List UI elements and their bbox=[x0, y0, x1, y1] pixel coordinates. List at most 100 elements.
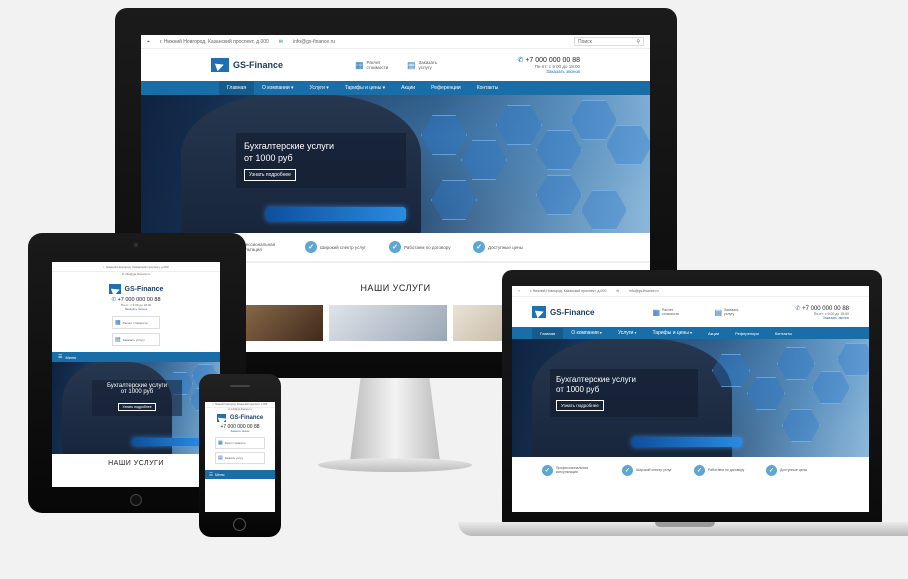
document-icon: ▤ bbox=[115, 337, 121, 343]
nav-services[interactable]: Услуги ▾ bbox=[302, 81, 337, 95]
feature-item: ✓ Доступные цены bbox=[766, 464, 826, 476]
topbar: ⌖ г. Нижний Новгород, Казанский проспект… bbox=[141, 35, 650, 49]
tablet-screen: г. Нижний Новгород, Казанский проспект, … bbox=[52, 262, 220, 487]
hero-banner: Бухгалтерские услуги от 1000 руб Узнать … bbox=[141, 95, 650, 233]
mail-icon: ✉ bbox=[278, 38, 283, 45]
laptop-features: ✓ Профессиональная консультация ✓ Широкий … bbox=[512, 457, 869, 483]
location-icon: ⌖ bbox=[147, 38, 150, 45]
menu-icon: ☰ bbox=[209, 471, 214, 477]
phone-menu-bar[interactable]: ☰ Меню bbox=[205, 470, 275, 479]
contact-block: ✆ +7 000 000 00 88 Пн-пт: с 9:00 до 18:0… bbox=[517, 56, 580, 74]
calc-link[interactable]: ▦ Расчет стоимости bbox=[112, 316, 160, 329]
hero-title-line1: Бухгалтерские услуги bbox=[244, 141, 335, 151]
tablet-menu-bar[interactable]: ☰ Меню bbox=[52, 352, 220, 362]
search-input[interactable]: Поиск ⚲ bbox=[574, 37, 644, 46]
service-thumb[interactable] bbox=[241, 305, 323, 341]
nav-prices[interactable]: Тарифы и цены ▾ bbox=[337, 81, 393, 95]
tablet-hero: Бухгалтерские услуги от 1000 руб Узнать … bbox=[52, 362, 220, 454]
hex-1 bbox=[421, 115, 467, 155]
topbar-email[interactable]: info@gs-finance.ru bbox=[293, 39, 335, 45]
phone-icon: ✆ bbox=[517, 57, 524, 64]
mail-icon: ✉ bbox=[616, 289, 620, 293]
check-icon: ✓ bbox=[766, 464, 777, 476]
laptop-hero: Бухгалтерские услуги от 1000 руб Узнать … bbox=[512, 339, 869, 457]
hero-more-button[interactable]: Узнать подробнее bbox=[118, 403, 156, 411]
nav-contacts[interactable]: Контакты bbox=[469, 81, 507, 95]
logo-plane-icon bbox=[216, 414, 226, 422]
search-icon[interactable]: ⚲ bbox=[636, 39, 640, 45]
topbar-address: г. Нижний Новгород, Казанский проспект, … bbox=[159, 38, 269, 45]
feature-item: ✓ Доступные цены bbox=[473, 241, 543, 253]
phone-home-button[interactable] bbox=[233, 518, 246, 531]
laptop-nav: Главная О компании ▾ Услуги ▾ Тарифы и ц… bbox=[512, 327, 869, 339]
hex-5 bbox=[837, 343, 869, 376]
nav-services[interactable]: Услуги ▾ bbox=[610, 327, 645, 339]
service-thumb[interactable] bbox=[329, 305, 447, 341]
feature-item: ✓ Широкий спектр услуг bbox=[622, 464, 682, 476]
hex-2 bbox=[461, 140, 507, 180]
order-link[interactable]: ▤ Заказать услугу bbox=[407, 60, 447, 71]
check-icon: ✓ bbox=[473, 241, 485, 253]
hero-tablet bbox=[132, 438, 202, 446]
check-icon: ✓ bbox=[542, 464, 553, 476]
hero-more-button[interactable]: Узнать подробнее bbox=[244, 169, 296, 181]
services-title: НАШИ УСЛУГИ bbox=[108, 460, 164, 467]
phone-email-row: ✉ info@gs-finance.ru bbox=[228, 408, 252, 411]
laptop-notch bbox=[655, 522, 715, 527]
nav-prices[interactable]: Тарифы и цены ▾ bbox=[644, 327, 700, 339]
nav-home[interactable]: Главная bbox=[219, 81, 255, 95]
document-icon: ▤ bbox=[407, 59, 416, 70]
phone-icon: ✆ bbox=[795, 305, 801, 312]
hex-5 bbox=[571, 100, 617, 140]
logo-plane-icon bbox=[532, 306, 546, 318]
hex-3 bbox=[777, 347, 815, 380]
search-placeholder: Поиск bbox=[578, 38, 592, 45]
hex-4 bbox=[536, 130, 582, 170]
hero-textbox: Бухгалтерские услуги от 1000 руб Узнать … bbox=[92, 380, 182, 416]
nav-references[interactable]: Референции bbox=[423, 81, 469, 95]
tablet-home-button[interactable] bbox=[130, 494, 142, 506]
tablet-email-row: ✉ info@gs-finance.ru bbox=[121, 272, 151, 276]
main-nav: Главная О компании ▾ Услуги ▾ Тарифы и ц… bbox=[141, 81, 650, 95]
contact-block: ✆ +7 000 000 00 88 Пн-пт: с 9:00 до 18:0… bbox=[795, 305, 849, 320]
responsive-mockup-scene: ⌖ г. Нижний Новгород, Казанский проспект… bbox=[0, 0, 908, 579]
hero-textbox: Бухгалтерские услуги от 1000 руб Узнать … bbox=[550, 369, 698, 417]
nav-about[interactable]: О компании ▾ bbox=[254, 81, 301, 95]
nav-home[interactable]: Главная bbox=[532, 327, 564, 339]
nav-references[interactable]: Референции bbox=[727, 328, 767, 339]
tablet-contact: ✆ +7 000 000 00 88 Пн-пт: с 9:00 до 18:0… bbox=[111, 297, 161, 311]
site-header: GS-Finance ▦ Расчет стоимости ▤ Заказать… bbox=[141, 49, 650, 81]
phone[interactable]: +7 000 000 00 88 bbox=[525, 57, 580, 64]
calc-link[interactable]: ▦ Расчет стоимости bbox=[215, 437, 265, 449]
nav-about[interactable]: О компании ▾ bbox=[563, 327, 610, 339]
document-icon: ▤ bbox=[714, 307, 723, 317]
hero-more-button[interactable]: Узнать подробнее bbox=[556, 400, 604, 411]
nav-promo[interactable]: Акции bbox=[700, 328, 727, 339]
order-link[interactable]: ▤ Заказать услугу bbox=[215, 452, 265, 464]
order-link[interactable]: ▤ Заказать услугу bbox=[112, 333, 160, 346]
phone-contact: +7 000 000 00 88 Заказать звонок bbox=[220, 424, 260, 433]
logo-plane-icon bbox=[211, 58, 229, 72]
laptop-header: GS-Finance ▦ Расчет стоимости ▤ Заказать у… bbox=[512, 297, 869, 327]
site-logo[interactable]: GS-Finance bbox=[205, 414, 275, 422]
tablet-camera bbox=[134, 243, 138, 247]
phone-icon: ✆ bbox=[111, 297, 117, 303]
feature-item: ✓Профессиональная консультация bbox=[542, 464, 610, 476]
site-logo[interactable]: GS-Finance bbox=[52, 284, 220, 294]
callback-link[interactable]: Заказать звонок bbox=[517, 69, 580, 74]
site-logo[interactable]: GS-Finance bbox=[211, 58, 283, 72]
check-icon: ✓ bbox=[305, 241, 317, 253]
calculator-icon: ▦ bbox=[115, 320, 121, 326]
hero-tablet bbox=[266, 207, 406, 221]
site-logo[interactable]: GS-Finance bbox=[532, 306, 594, 318]
hex-7 bbox=[536, 175, 582, 215]
nav-promo[interactable]: Акции bbox=[393, 81, 423, 95]
calculator-icon: ▦ bbox=[218, 440, 223, 446]
feature-item: ✓ Работаем по договору bbox=[694, 464, 754, 476]
calc-link[interactable]: ▦ Расчет стоимости bbox=[355, 60, 395, 71]
laptop-screen: ⌖ г. Нижний Новгород, Казанский проспект… bbox=[512, 286, 869, 512]
order-link[interactable]: ▤ Заказать услугу bbox=[714, 308, 748, 317]
calculator-icon: ▦ bbox=[355, 59, 364, 70]
nav-contacts[interactable]: Контакты bbox=[767, 328, 800, 339]
calc-link[interactable]: ▦ Расчет стоимости bbox=[652, 308, 686, 317]
